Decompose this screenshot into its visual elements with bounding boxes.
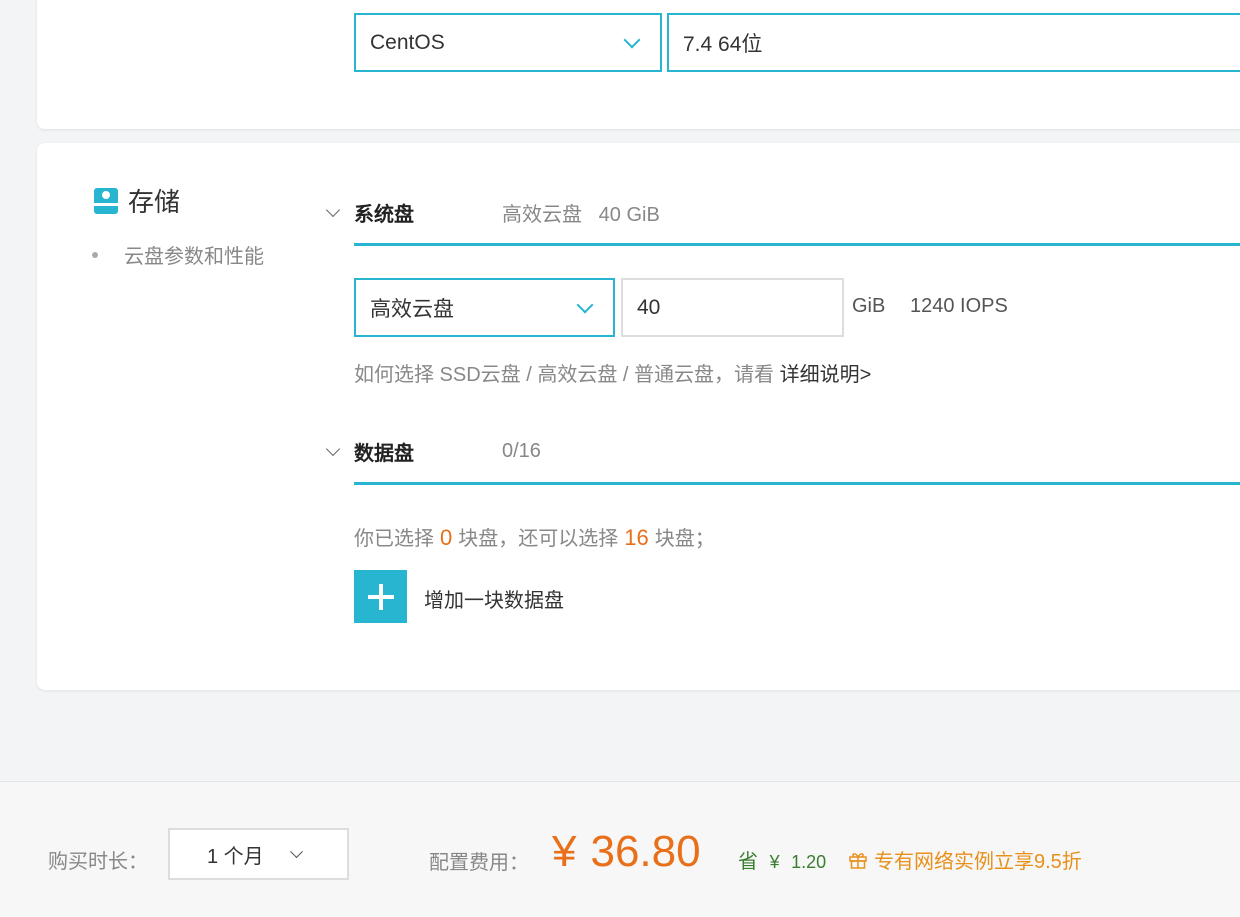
- iops-value: 1240 IOPS: [910, 295, 1008, 317]
- data-disk-label: 数据盘: [354, 443, 414, 465]
- add-data-disk-label[interactable]: 增加一块数据盘: [424, 584, 564, 613]
- currency-symbol: ¥: [552, 827, 577, 876]
- chevron-down-icon: [290, 845, 303, 859]
- selected-count: 0: [440, 525, 453, 550]
- divider: [354, 482, 1240, 485]
- bullet-icon: [92, 251, 98, 258]
- duration-value: 1 个月: [207, 845, 264, 868]
- save-label: 省: [738, 851, 758, 873]
- data-disk-count: 你已选择 0 块盘，还可以选择 16 块盘；: [354, 522, 715, 551]
- data-disk-header[interactable]: 数据盘 0/16: [325, 437, 541, 466]
- system-disk-header[interactable]: 系统盘 高效云盘 40 GiB: [325, 198, 660, 227]
- system-disk-summary: 高效云盘 40 GiB: [502, 204, 660, 226]
- system-disk-type-value: 高效云盘: [370, 297, 454, 321]
- duration-label: 购买时长：: [48, 851, 148, 873]
- remaining-count: 16: [624, 525, 649, 550]
- disk-help-text: 如何选择 SSD云盘 / 高效云盘 / 普通云盘，请看 详细说明>: [354, 358, 871, 387]
- price: ¥36.80: [552, 827, 701, 877]
- system-disk-type-select[interactable]: 高效云盘: [354, 278, 615, 337]
- data-disk-summary: 0/16: [502, 440, 541, 462]
- promo-text: 专有网络实例立享9.5折: [874, 851, 1082, 873]
- details-link[interactable]: 详细说明>: [780, 364, 872, 386]
- os-type-value: CentOS: [370, 30, 445, 54]
- section-title-storage: 存储: [92, 182, 180, 219]
- chevron-down-icon: [325, 202, 341, 217]
- promo: 专有网络实例立享9.5折: [848, 845, 1082, 874]
- count-prefix: 你已选择: [354, 528, 434, 550]
- savings: 省 ¥ 1.20: [738, 845, 826, 874]
- storage-icon: [94, 187, 118, 214]
- os-version-select[interactable]: 7.4 64位: [667, 13, 1240, 72]
- os-version-value: 7.4 64位: [683, 32, 763, 56]
- cost-label: 配置费用：: [429, 852, 529, 874]
- system-disk-label: 系统盘: [354, 204, 414, 226]
- chevron-down-icon: [576, 296, 594, 313]
- size-unit: GiB: [852, 295, 886, 317]
- system-disk-size-value: 40: [637, 295, 661, 319]
- chevron-down-icon: [325, 441, 341, 456]
- storage-title: 存储: [128, 187, 181, 217]
- add-data-disk-button[interactable]: [354, 570, 407, 623]
- storage-nav-item[interactable]: 云盘参数和性能: [92, 240, 264, 269]
- storage-subtitle: 云盘参数和性能: [124, 246, 264, 268]
- plus-icon: [367, 583, 394, 610]
- divider: [354, 243, 1240, 246]
- system-disk-size-input[interactable]: 40: [621, 278, 844, 337]
- count-mid: 块盘，还可以选择: [458, 528, 619, 550]
- save-amount: 1.20: [791, 852, 827, 872]
- count-suffix: 块盘；: [654, 528, 715, 550]
- price-value: 36.80: [590, 827, 701, 876]
- help-text: 如何选择 SSD云盘 / 高效云盘 / 普通云盘，请看: [354, 364, 780, 386]
- duration-select[interactable]: 1 个月: [168, 828, 349, 880]
- gift-icon: [849, 852, 867, 869]
- os-type-select[interactable]: CentOS: [354, 13, 662, 72]
- save-currency: ¥: [769, 852, 780, 872]
- chevron-down-icon: [623, 31, 641, 48]
